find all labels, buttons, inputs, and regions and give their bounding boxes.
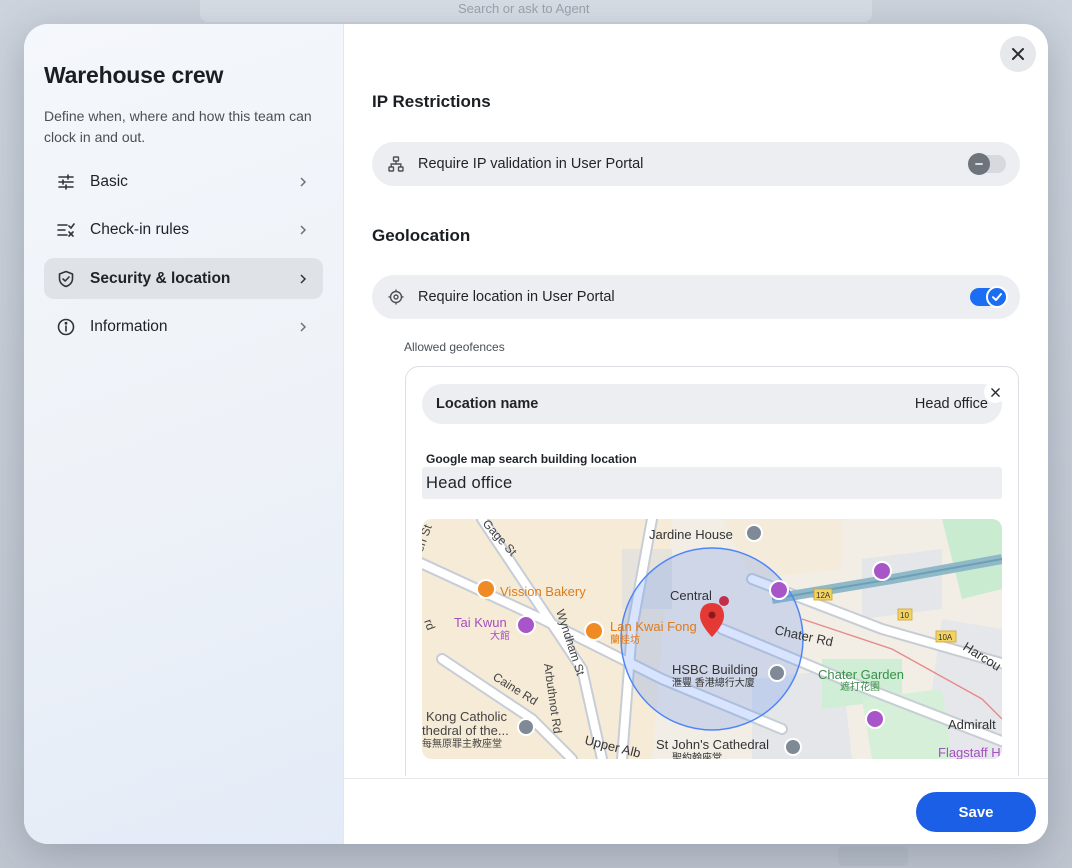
close-icon	[990, 387, 1000, 397]
chevron-right-icon	[299, 224, 311, 236]
chevron-right-icon	[299, 321, 311, 333]
svg-text:聖約翰座堂: 聖約翰座堂	[672, 751, 722, 759]
svg-text:Flagstaff H: Flagstaff H	[938, 745, 1001, 759]
nav-item-security-location[interactable]: Security & location	[44, 258, 323, 299]
sliders-icon	[56, 172, 76, 192]
nav-item-label: Basic	[90, 172, 128, 190]
backdrop-search-bar: Search or ask to Agent	[200, 0, 872, 22]
location-required-label: Require location in User Portal	[418, 289, 615, 305]
nav-item-label: Check-in rules	[90, 221, 190, 238]
svg-text:Chater Garden: Chater Garden	[818, 667, 904, 682]
svg-text:Vission Bakery: Vission Bakery	[500, 584, 586, 599]
svg-text:Admiralt: Admiralt	[948, 717, 996, 732]
info-icon	[56, 317, 76, 337]
modal-footer: Save	[344, 778, 1048, 844]
svg-text:每無原罪主教座堂: 每無原罪主教座堂	[422, 737, 502, 750]
save-button[interactable]: Save	[916, 792, 1036, 832]
settings-scroll-area[interactable]: IP Restrictions Require IP validation in…	[372, 24, 1020, 776]
shield-check-icon	[56, 269, 76, 289]
check-icon	[992, 293, 1002, 301]
svg-text:thedral of the...: thedral of the...	[422, 723, 509, 738]
svg-text:HSBC Building: HSBC Building	[672, 662, 758, 677]
location-required-row: Require location in User Portal	[372, 275, 1020, 319]
modal-main-panel: IP Restrictions Require IP validation in…	[344, 24, 1048, 844]
svg-text:10: 10	[900, 611, 909, 620]
svg-text:Kong Catholic: Kong Catholic	[426, 709, 507, 724]
backdrop-chip	[838, 846, 908, 866]
location-required-toggle[interactable]	[970, 286, 1008, 308]
svg-text:10A: 10A	[938, 633, 953, 642]
backdrop-search-text: Search or ask to Agent	[458, 1, 590, 16]
location-name-label: Location name	[436, 396, 539, 412]
remove-geofence-button[interactable]	[984, 381, 1006, 403]
modal-sidebar: Warehouse crew Define when, where and ho…	[24, 24, 344, 844]
chevron-right-icon	[299, 176, 311, 188]
toggle-on-knob	[986, 286, 1008, 308]
nav-item-label: Security & location	[90, 269, 231, 287]
nav-item-check-in-rules[interactable]: Check-in rules	[44, 210, 323, 251]
allowed-geofences-caption: Allowed geofences	[404, 340, 505, 354]
geolocation-title: Geolocation	[372, 226, 471, 245]
team-title: Warehouse crew	[44, 62, 224, 88]
svg-text:蘭桂坊: 蘭桂坊	[610, 633, 640, 646]
team-description: Define when, where and how this team can…	[44, 108, 312, 145]
ip-validation-row: Require IP validation in User Portal	[372, 142, 1020, 186]
network-icon	[388, 156, 404, 172]
location-name-value: Head office	[914, 396, 988, 412]
svg-text:滙豐 香港總行大廈: 滙豐 香港總行大廈	[672, 676, 755, 689]
team-settings-modal: Warehouse crew Define when, where and ho…	[24, 24, 1048, 844]
svg-text:Tai Kwun: Tai Kwun	[454, 615, 507, 630]
crosshair-icon	[388, 289, 404, 305]
svg-text:Lan Kwai Fong: Lan Kwai Fong	[610, 619, 697, 634]
geofence-map[interactable]: Jardine House Central Vission Bakery Tai…	[422, 519, 1002, 759]
nav-item-basic[interactable]: Basic	[44, 161, 323, 202]
toggle-off-knob	[968, 153, 990, 175]
svg-text:大館: 大館	[490, 629, 510, 642]
ip-restrictions-title: IP Restrictions	[372, 92, 491, 111]
svg-text:12A: 12A	[816, 591, 831, 600]
map-search-input[interactable]	[422, 467, 1002, 499]
location-name-row[interactable]: Location name Head office	[422, 384, 1002, 424]
nav-item-label: Information	[90, 318, 168, 335]
map-search-label: Google map search building location	[426, 452, 637, 466]
ip-validation-label: Require IP validation in User Portal	[418, 156, 644, 172]
list-check-icon	[56, 220, 76, 240]
ip-validation-toggle[interactable]	[968, 153, 1006, 175]
svg-text:Central: Central	[670, 588, 712, 603]
svg-text:Jardine House: Jardine House	[649, 527, 733, 542]
geofence-card: Location name Head office Google map sea…	[405, 366, 1019, 776]
svg-text:遮打花園: 遮打花園	[840, 680, 880, 693]
chevron-right-icon	[299, 273, 311, 285]
svg-text:St John's Cathedral: St John's Cathedral	[656, 737, 769, 752]
nav-item-information[interactable]: Information	[44, 307, 323, 348]
